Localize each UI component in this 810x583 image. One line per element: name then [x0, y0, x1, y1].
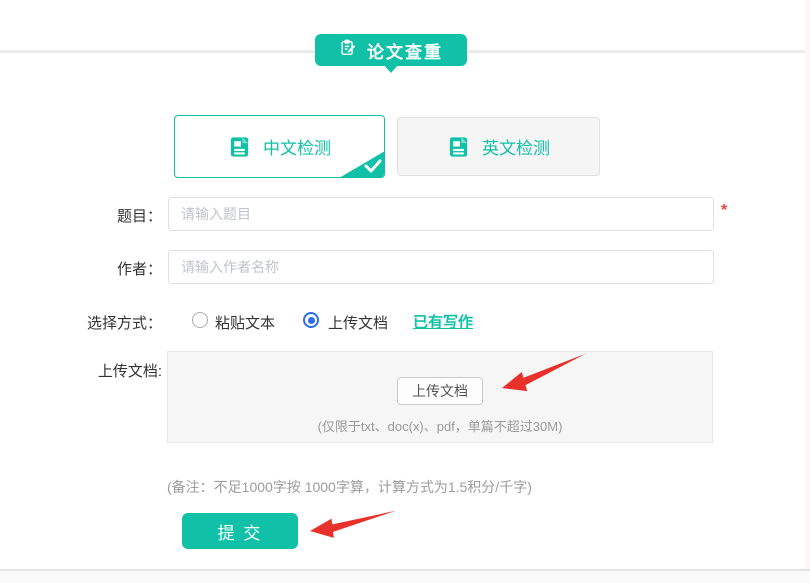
title-label: 题目：	[42, 205, 162, 226]
required-asterisk: *	[721, 202, 727, 220]
author-input[interactable]	[168, 250, 714, 284]
submit-button[interactable]: 提 交	[182, 513, 298, 549]
red-arrow-submit-annotation	[308, 507, 399, 544]
upload-label: 上传文档:	[42, 360, 162, 381]
upload-dropzone[interactable]: 上传文档 (仅限于txt、doc(x)、pdf，单篇不超过30M)	[167, 351, 713, 443]
author-label: 作者：	[42, 258, 162, 279]
tab-english-check[interactable]: 英文检测	[397, 117, 600, 176]
radio-upload-doc[interactable]	[303, 312, 319, 328]
pricing-note: (备注：不足1000字按 1000字算，计算方式为1.5积分/千字)	[167, 477, 532, 497]
method-label: 选择方式：	[42, 312, 162, 333]
page-title: 论文查重	[367, 38, 443, 63]
paper-check-page: 论文查重 中文检测	[0, 0, 810, 583]
clipboard-edit-icon	[339, 39, 357, 62]
existing-writing-link[interactable]: 已有写作	[413, 311, 473, 332]
page-background-below	[0, 571, 810, 583]
tab-label: 英文检测	[482, 134, 550, 159]
radio-paste-text[interactable]	[192, 312, 208, 328]
upload-file-button[interactable]: 上传文档	[397, 377, 483, 405]
selected-check-icon	[339, 151, 385, 178]
document-icon	[228, 135, 251, 159]
tab-label: 中文检测	[263, 134, 331, 159]
radio-paste-text-label[interactable]: 粘贴文本	[215, 312, 275, 333]
tab-chinese-check[interactable]: 中文检测	[174, 115, 385, 178]
upload-hint: (仅限于txt、doc(x)、pdf，单篇不超过30M)	[318, 416, 563, 435]
right-edge-strip	[805, 0, 810, 583]
document-icon	[447, 135, 470, 159]
page-title-badge: 论文查重	[315, 34, 467, 66]
title-input[interactable]	[168, 197, 714, 231]
radio-upload-doc-label[interactable]: 上传文档	[328, 312, 388, 333]
